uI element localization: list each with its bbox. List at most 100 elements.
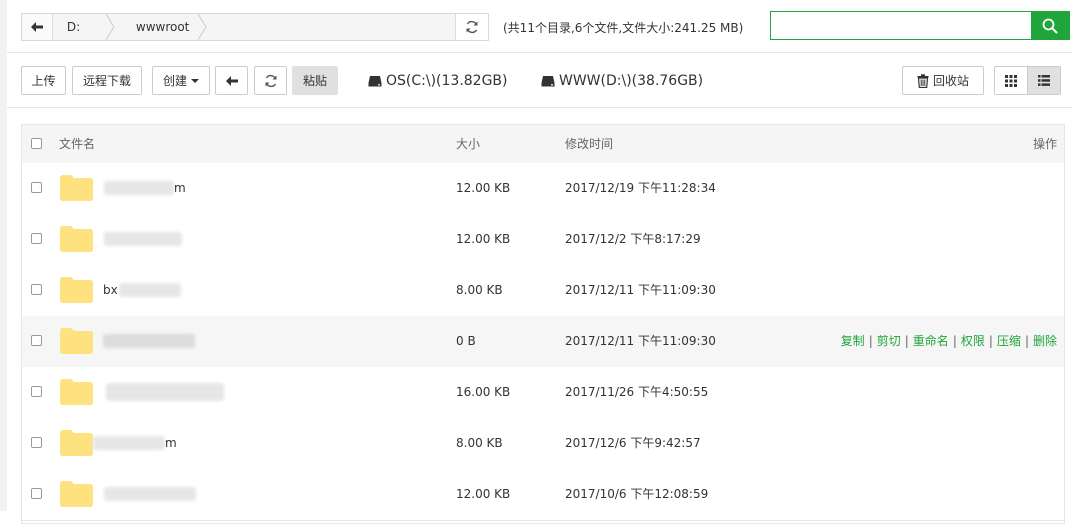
file-size: 8.00 KB [456,283,503,297]
file-size: 0 B [456,334,476,348]
back-button[interactable] [215,66,248,95]
recycle-bin-button[interactable]: 回收站 [902,66,984,95]
file-name[interactable]: m [93,418,253,468]
disk-d[interactable]: WWW(D:\)(38.76GB) [541,71,703,91]
select-all-checkbox[interactable] [31,138,42,149]
refresh-icon [466,20,478,34]
redacted-name-blur [103,334,195,348]
header-size[interactable]: 大小 [456,125,480,163]
file-mtime: 2017/12/2 下午8:17:29 [565,232,701,246]
file-mtime: 2017/12/6 下午9:42:57 [565,436,701,450]
hard-drive-icon [541,76,555,87]
caret-down-icon [191,78,199,83]
create-dropdown-button[interactable]: 创建 [152,66,210,95]
table-row[interactable]: m 12.00 KB 2017/12/19 下午11:28:34 [22,163,1064,215]
folder-icon [60,379,93,405]
row-checkbox[interactable] [31,284,42,295]
disk-c-label: OS(C:\)(13.82GB) [386,73,508,89]
list-view-button[interactable] [1027,66,1061,95]
file-mtime: 2017/11/26 下午4:50:55 [565,385,709,399]
row-checkbox[interactable] [31,335,42,346]
row-checkbox[interactable] [31,182,42,193]
remote-download-button[interactable]: 远程下载 [72,66,142,95]
file-size: 16.00 KB [456,385,511,399]
search-box [770,11,1070,40]
file-name[interactable] [103,367,253,417]
cut-action[interactable]: 剪切 [877,334,901,348]
row-checkbox[interactable] [31,386,42,397]
folder-icon [60,481,93,507]
directory-summary: (共11个目录,6个文件,文件大小:241.25 MB) [503,21,744,35]
row-checkbox[interactable] [31,488,42,499]
folder-icon [60,430,93,456]
list-icon [1038,75,1050,86]
file-mtime: 2017/12/11 下午11:09:30 [565,334,716,348]
action-separator: | [1024,334,1029,348]
left-strip [0,0,7,511]
file-mtime: 2017/10/6 下午12:08:59 [565,487,709,501]
header-mtime[interactable]: 修改时间 [565,125,613,163]
redacted-name-blur [104,487,196,501]
folder-icon [60,175,93,201]
redacted-name-blur [93,436,165,450]
table-row[interactable]: 12.00 KB 2017/10/6 下午12:08:59 [22,469,1064,521]
disk-c[interactable]: OS(C:\)(13.82GB) [368,71,508,91]
table-row[interactable]: 12.00 KB 2017/12/2 下午8:17:29 [22,214,1064,266]
row-checkbox[interactable] [31,437,42,448]
file-name-text: m [174,181,186,195]
hard-drive-icon [368,76,382,87]
table-row[interactable]: m 8.00 KB 2017/12/6 下午9:42:57 [22,418,1064,470]
breadcrumb-item-d[interactable]: D: [67,14,80,40]
grid-view-button[interactable] [994,66,1028,95]
arrow-left-icon [225,75,238,86]
row-checkbox[interactable] [31,233,42,244]
rename-action[interactable]: 重命名 [913,334,949,348]
file-mtime: 2017/12/19 下午11:28:34 [565,181,716,195]
file-name[interactable] [103,469,253,519]
paste-button[interactable]: 粘贴 [292,66,338,95]
file-mtime: 2017/12/11 下午11:09:30 [565,283,716,297]
header-divider [7,52,1072,53]
file-name[interactable] [103,214,253,264]
table-header: 文件名 大小 修改时间 操作 [22,125,1064,164]
toolbar-divider [7,107,1072,108]
redacted-name-blur [119,283,181,297]
table-row[interactable]: bx 8.00 KB 2017/12/11 下午11:09:30 [22,265,1064,317]
file-table: 文件名 大小 修改时间 操作 m 12.00 KB 2017/12/19 下午1… [21,124,1065,524]
refresh-button[interactable] [254,66,287,95]
grid-icon [1005,74,1017,87]
breadcrumb: D: wwwroot [52,14,456,40]
compress-action[interactable]: 压缩 [997,334,1021,348]
search-icon [1042,18,1058,33]
upload-button[interactable]: 上传 [21,66,66,95]
folder-icon [60,277,93,303]
file-size: 8.00 KB [456,436,503,450]
folder-icon [60,226,93,252]
search-input[interactable] [771,12,1031,39]
header-filename[interactable]: 文件名 [59,125,95,163]
file-size: 12.00 KB [456,487,511,501]
delete-action[interactable]: 删除 [1033,334,1057,348]
breadcrumb-separator [197,14,207,40]
permissions-action[interactable]: 权限 [961,334,985,348]
file-name-text: m [165,436,177,450]
file-name[interactable]: m [103,163,253,213]
arrow-left-icon [30,22,43,32]
create-label: 创建 [162,74,187,88]
search-button[interactable] [1031,12,1069,39]
path-back-button[interactable] [22,14,53,40]
redacted-name-blur [104,181,174,195]
breadcrumb-separator [105,14,115,40]
table-row[interactable]: 0 B 2017/12/11 下午11:09:30 复制 | 剪切 | 重命名 | 权限 | 压… [22,316,1064,368]
file-name[interactable] [103,316,253,366]
path-refresh-button[interactable] [455,14,488,40]
action-separator: | [868,334,873,348]
breadcrumb-item-wwwroot[interactable]: wwwroot [136,14,190,40]
action-separator: | [952,334,957,348]
file-name[interactable]: bx [103,265,253,315]
path-bar: D: wwwroot [21,13,489,41]
header-actions: 操作 [1032,137,1057,151]
file-name-text: bx [103,283,118,297]
table-row[interactable]: 16.00 KB 2017/11/26 下午4:50:55 [22,367,1064,419]
copy-action[interactable]: 复制 [841,334,865,348]
